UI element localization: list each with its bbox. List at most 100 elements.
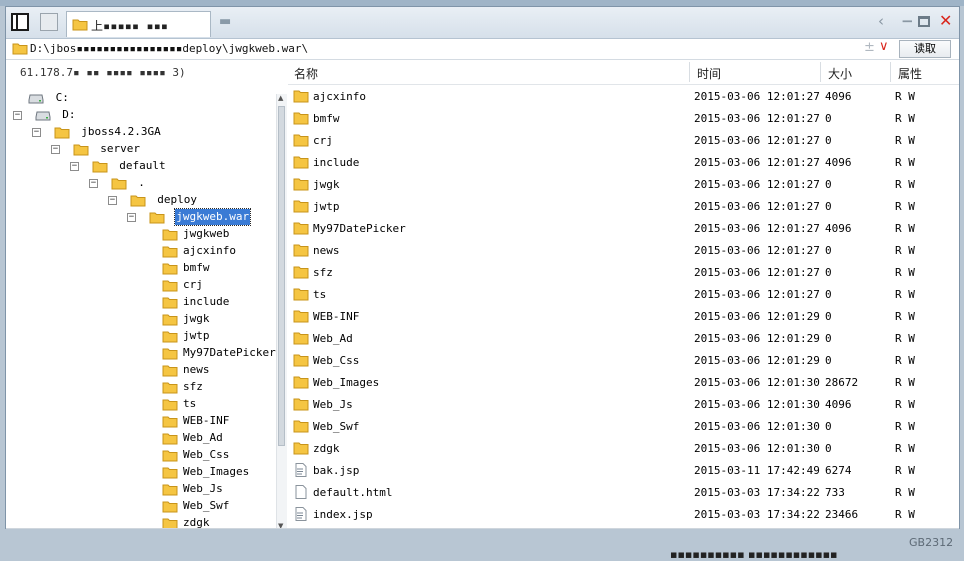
file-time: 2015-03-06 12:01:27 [694, 288, 820, 301]
file-row[interactable]: default.html 2015-03-03 17:34:22 733 R W [288, 481, 959, 503]
maximize-icon[interactable] [918, 16, 930, 27]
column-header-time[interactable]: 时间 [697, 65, 721, 82]
file-row[interactable]: WEB-INF 2015-03-06 12:01:29 0 R W [288, 305, 959, 327]
file-row[interactable]: sfz 2015-03-06 12:01:27 0 R W [288, 261, 959, 283]
tree-item-dot[interactable]: − . [89, 175, 146, 192]
file-attr: R W [895, 420, 915, 433]
file-row[interactable]: index.jsp 2015-03-03 17:34:22 23466 R W [288, 503, 959, 525]
file-row[interactable]: include 2015-03-06 12:01:27 4096 R W [288, 151, 959, 173]
file-row[interactable]: jwgk 2015-03-06 12:01:27 0 R W [288, 173, 959, 195]
scroll-thumb[interactable] [278, 106, 285, 446]
collapse-icon[interactable]: − [32, 128, 41, 137]
tree-item-jboss[interactable]: − jboss4.2.3GA [32, 124, 162, 141]
tree-item-deploy[interactable]: − deploy [108, 192, 198, 209]
tree-scrollbar[interactable]: ▲ ▼ [276, 94, 287, 528]
panel-toggle-icon[interactable] [11, 13, 29, 31]
tree-item-web-inf[interactable]: WEB-INF [162, 413, 230, 430]
column-divider[interactable] [820, 62, 821, 82]
back-icon[interactable]: ‹ [878, 12, 884, 30]
folder-icon [162, 348, 178, 360]
collapse-icon[interactable]: − [108, 196, 117, 205]
file-row[interactable]: bak.jsp 2015-03-11 17:42:49 6274 R W [288, 459, 959, 481]
inactive-tab-icon[interactable] [40, 13, 58, 31]
tab-file-manager[interactable]: 上▪▪▪▪▪ ▪▪▪ [66, 11, 211, 37]
tree-item-ajcxinfo[interactable]: ajcxinfo [162, 243, 237, 260]
tree-item-crj[interactable]: crj [162, 277, 204, 294]
tree-item-my97datepicker[interactable]: My97DatePicker [162, 345, 277, 362]
tree-item-jwtp[interactable]: jwtp [162, 328, 211, 345]
file-name: ts [313, 288, 327, 301]
folder-icon [162, 246, 178, 258]
file-manager-window: 上▪▪▪▪▪ ▪▪▪ ▬ ‹ − ✕ D:\jbos▪▪▪▪▪▪▪▪▪▪▪▪▪▪… [5, 6, 960, 529]
file-attr: R W [895, 464, 915, 477]
collapse-icon[interactable]: − [127, 213, 136, 222]
column-header-name[interactable]: 名称 [294, 65, 318, 82]
file-row[interactable]: zdgk 2015-03-06 12:01:30 0 R W [288, 437, 959, 459]
collapse-icon[interactable]: − [13, 111, 22, 120]
tree-item-web-images[interactable]: Web_Images [162, 464, 250, 481]
file-row[interactable]: crj 2015-03-06 12:01:27 0 R W [288, 129, 959, 151]
new-tab-icon[interactable]: ▬ [219, 14, 231, 29]
file-row[interactable]: Web_Css 2015-03-06 12:01:29 0 R W [288, 349, 959, 371]
file-time: 2015-03-11 17:42:49 [694, 464, 820, 477]
file-icon [293, 507, 309, 521]
tree-item-zdgk[interactable]: zdgk [162, 515, 211, 528]
column-header-attr[interactable]: 属性 [898, 65, 922, 82]
file-name: ajcxinfo [313, 90, 366, 103]
collapse-icon[interactable]: − [70, 162, 79, 171]
file-time: 2015-03-06 12:01:30 [694, 442, 820, 455]
file-row[interactable]: Web_Images 2015-03-06 12:01:30 28672 R W [288, 371, 959, 393]
tree-item-web-ad[interactable]: Web_Ad [162, 430, 224, 447]
file-row[interactable]: Web_Ad 2015-03-06 12:01:29 0 R W [288, 327, 959, 349]
scroll-up-icon[interactable]: ▲ [278, 94, 283, 102]
chevron-down-icon[interactable]: ∨ [879, 39, 889, 54]
folder-icon [162, 501, 178, 513]
folder-icon [162, 331, 178, 343]
tree-item-web-swf[interactable]: Web_Swf [162, 498, 230, 515]
collapse-icon[interactable]: − [89, 179, 98, 188]
column-divider[interactable] [689, 62, 690, 82]
tree-item-sfz[interactable]: sfz [162, 379, 204, 396]
close-icon[interactable]: ✕ [939, 12, 952, 30]
file-time: 2015-03-06 12:01:29 [694, 332, 820, 345]
file-attr: R W [895, 310, 915, 323]
column-divider[interactable] [890, 62, 891, 82]
path-input[interactable]: D:\jbos▪▪▪▪▪▪▪▪▪▪▪▪▪▪▪▪deploy\jwgkweb.wa… [30, 42, 308, 55]
tree-item-server[interactable]: − server [51, 141, 141, 158]
file-row[interactable]: My97DatePicker 2015-03-06 12:01:27 4096 R W [288, 217, 959, 239]
tree-item-web-css[interactable]: Web_Css [162, 447, 230, 464]
file-size: 0 [825, 134, 832, 147]
read-button[interactable]: 读取 [899, 40, 951, 58]
folder-icon [162, 484, 178, 496]
tree-item-ts[interactable]: ts [162, 396, 197, 413]
file-time: 2015-03-06 12:01:30 [694, 420, 820, 433]
file-row[interactable]: jwtp 2015-03-06 12:01:27 0 R W [288, 195, 959, 217]
minimize-icon[interactable]: − [901, 12, 914, 30]
file-row[interactable]: bmfw 2015-03-06 12:01:27 0 R W [288, 107, 959, 129]
tree-item-c-drive[interactable]: C: [28, 90, 70, 107]
file-attr: R W [895, 442, 915, 455]
tree-item-include[interactable]: include [162, 294, 230, 311]
file-row[interactable]: Web_Js 2015-03-06 12:01:30 4096 R W [288, 393, 959, 415]
file-size: 23466 [825, 508, 859, 521]
collapse-icon[interactable]: − [51, 145, 60, 154]
tree-item-default[interactable]: − default [70, 158, 167, 175]
folder-icon [162, 263, 178, 275]
tree-item-d-drive[interactable]: − D: [13, 107, 77, 124]
tree-item-bmfw[interactable]: bmfw [162, 260, 211, 277]
plus-icon[interactable]: ± [864, 40, 875, 55]
folder-icon [162, 297, 178, 309]
file-row[interactable]: news 2015-03-06 12:01:27 0 R W [288, 239, 959, 261]
folder-icon [54, 127, 70, 139]
tree-item-jwgk[interactable]: jwgk [162, 311, 211, 328]
tree-item-jwgkweb-war[interactable]: − jwgkweb.war [127, 208, 252, 226]
file-row[interactable]: ts 2015-03-06 12:01:27 0 R W [288, 283, 959, 305]
file-row[interactable]: Web_Swf 2015-03-06 12:01:30 0 R W [288, 415, 959, 437]
tree-item-news[interactable]: news [162, 362, 211, 379]
column-header-size[interactable]: 大小 [828, 65, 852, 82]
file-row[interactable]: ajcxinfo 2015-03-06 12:01:27 4096 R W [288, 85, 959, 107]
file-time: 2015-03-03 17:34:22 [694, 508, 820, 521]
file-time: 2015-03-06 12:01:27 [694, 134, 820, 147]
tree-item-web-js[interactable]: Web_Js [162, 481, 224, 498]
tree-item-jwgkweb[interactable]: jwgkweb [162, 226, 230, 243]
